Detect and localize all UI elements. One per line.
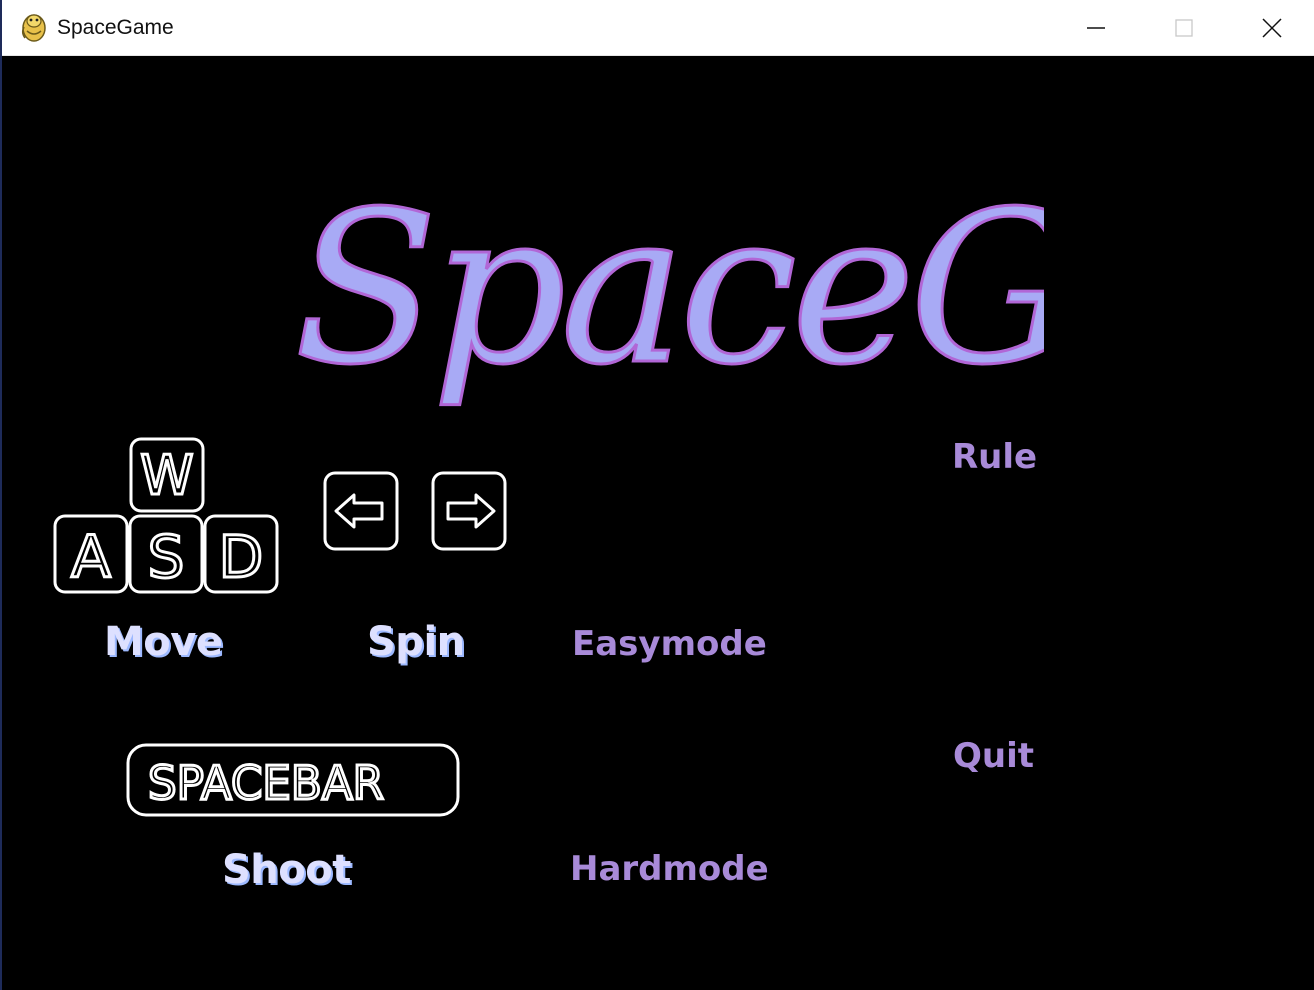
window-title: SpaceGame [57,16,174,39]
game-window: SpaceGame SpaceGame W [0,0,1314,990]
spacebar-key: SPACEBAR [126,743,460,817]
key-s-label: S [148,523,185,591]
maximize-icon [1175,19,1193,37]
key-d: D [203,514,279,594]
spin-label: Spin [367,619,465,665]
title-bar[interactable]: SpaceGame [2,0,1314,56]
right-arrow-icon [446,493,496,529]
hardmode-button[interactable]: Hardmode [570,849,769,889]
close-icon [1262,18,1282,38]
logo-text: SpaceGame [294,166,1044,411]
key-w-label: W [140,444,193,507]
game-canvas[interactable]: SpaceGame W A S D [4,56,1314,990]
rule-button[interactable]: Rule [952,437,1037,477]
game-logo: SpaceGame [293,165,1045,413]
quit-button[interactable]: Quit [953,736,1034,776]
move-label: Move [104,619,223,665]
close-button[interactable] [1228,0,1314,56]
key-a-label: A [71,523,111,591]
key-a: A [53,514,129,594]
minimize-icon [1087,27,1105,29]
maximize-button[interactable] [1140,0,1228,56]
right-arrow-key [431,471,507,551]
minimize-button[interactable] [1052,0,1140,56]
key-s: S [128,514,204,594]
pygame-snake-icon [21,14,46,42]
spacebar-label: SPACEBAR [148,756,384,810]
left-arrow-key [323,471,399,551]
easymode-button[interactable]: Easymode [572,624,767,664]
shoot-label: Shoot [222,847,351,893]
key-d-label: D [219,523,264,591]
key-w: W [129,437,205,513]
left-arrow-icon [334,493,384,529]
